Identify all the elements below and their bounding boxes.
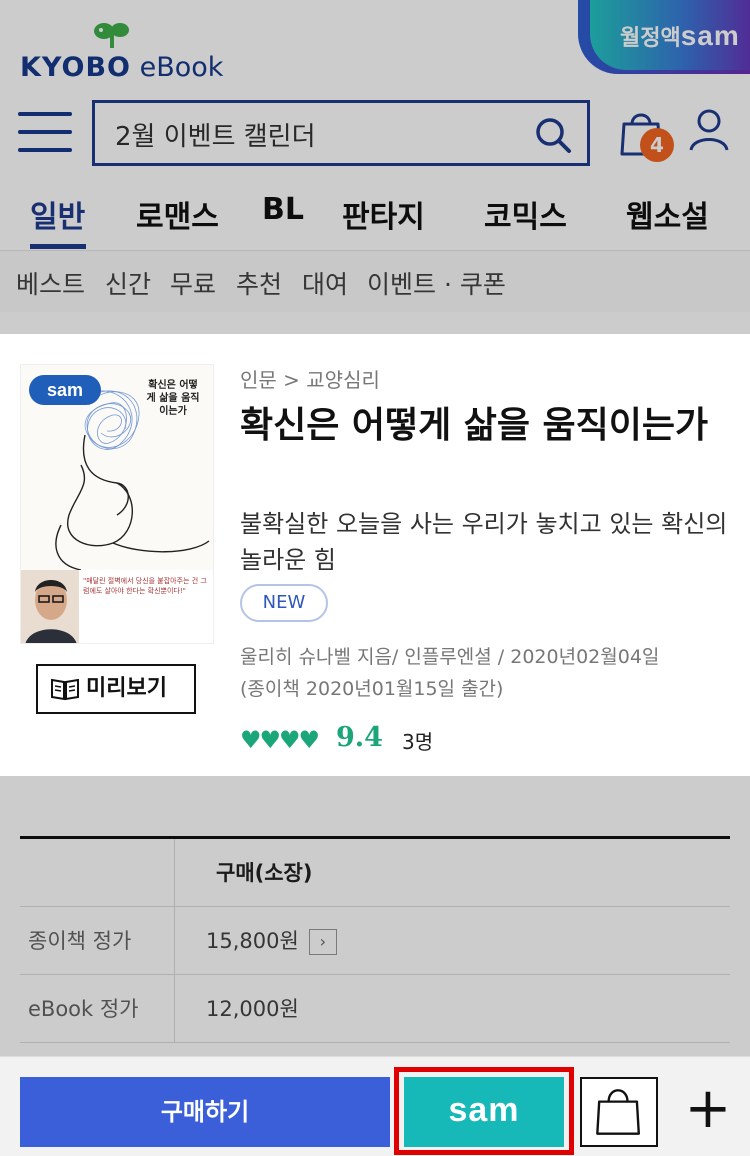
sam-subscription-banner[interactable]: 월정액sam [578,0,750,74]
paper-price-label: 종이책 정가 [20,907,175,975]
rating-count: 3명 [402,730,434,754]
tab-bl[interactable]: BL [262,192,304,227]
paper-price-cell: 15,800원 › [206,907,337,975]
tab-romance[interactable]: 로맨스 [136,192,219,236]
new-badge: NEW [240,584,328,622]
price-table: 구매(소장) 종이책 정가 15,800원 › eBook 정가 12,000원 [20,836,730,1043]
table-header-purchase: 구매(소장) [216,861,313,885]
cover-tagline: "매달린 절벽에서 당신을 붙잡아주는 건 그럼에도 살아야 한다는 확신뿐이다… [83,577,207,595]
rating-score: 9.4 [336,722,383,753]
book-cover[interactable]: sam 확신은 어떻게 삶을 움직이는가 "매달린 절벽에서 당신을 붙잡아주는… [20,364,214,644]
table-header-empty [20,839,175,907]
sam-banner-brand: sam [680,20,740,51]
spacer [0,312,750,334]
sprout-icon [94,23,129,48]
cover-title: 확신은 어떻게 삶을 움직이는가 [146,380,200,417]
sam-banner-prefix: 월정액 [620,26,681,51]
sub-nav-recommend[interactable]: 추천 [236,265,282,301]
sub-nav-event-coupon[interactable]: 이벤트 · 쿠폰 [367,265,506,301]
kyobo-ebook-logo[interactable]: KYOBO eBook [20,22,224,83]
active-tab-indicator [30,244,86,249]
book-title: 확신은 어떻게 삶을 움직이는가 [240,405,709,446]
sam-button[interactable]: sam [404,1077,564,1147]
sub-nav-free[interactable]: 무료 [170,265,216,301]
preview-button[interactable]: 미리보기 [36,664,196,714]
tab-web-novel[interactable]: 웹소설 [626,192,709,236]
paper-price-value: 15,800원 [206,929,299,953]
shopping-bag-icon [596,1089,640,1135]
hamburger-menu-icon[interactable] [18,110,74,154]
tab-comics[interactable]: 코믹스 [484,192,567,236]
search-input[interactable] [115,115,515,153]
cart-count-badge: 4 [640,128,674,162]
cover-sam-tag: sam [29,375,101,405]
add-to-cart-button[interactable] [580,1077,658,1147]
search-box [92,100,590,166]
user-icon[interactable] [688,108,730,152]
ebook-price-label: eBook 정가 [20,975,175,1043]
sub-navigation: 베스트 신간 무료 추천 대여 이벤트 · 쿠폰 [0,250,750,312]
book-subtitle: 불확실한 오늘을 사는 우리가 놓치고 있는 확신의 놀라운 힘 [240,510,728,574]
book-detail-card: sam 확신은 어떻게 삶을 움직이는가 "매달린 절벽에서 당신을 붙잡아주는… [0,334,750,776]
buy-button[interactable]: 구매하기 [20,1077,390,1147]
logo-text: KYOBO eBook [20,52,224,83]
rating-hearts-icon: ♥♥♥♥ [240,726,320,754]
author-publisher-date: 울리히 슈나벨 지음/ 인플루엔셜 / 2020년02월04일 [240,646,660,668]
sub-nav-rental[interactable]: 대여 [302,265,348,301]
sub-nav-best[interactable]: 베스트 [16,265,85,301]
bottom-action-bar: 구매하기 sam + [0,1056,750,1156]
price-section: 구매(소장) 종이책 정가 15,800원 › eBook 정가 12,000원 [0,776,750,1056]
ebook-price-value: 12,000원 [206,997,299,1021]
open-book-icon [51,678,79,701]
plus-icon[interactable]: + [678,1079,738,1143]
tab-general[interactable]: 일반 [30,192,85,236]
preview-label: 미리보기 [86,676,167,701]
category-breadcrumb[interactable]: 인문 > 교양심리 [240,364,380,393]
table-header-row: 구매(소장) [20,839,730,907]
cover-bottom-band: "매달린 절벽에서 당신을 붙잡아주는 건 그럼에도 살아야 한다는 확신뿐이다… [21,570,213,643]
app-header: KYOBO eBook 월정액sam 4 일반 로맨스 BL 판타지 코믹스 웹… [0,0,750,250]
chevron-right-icon[interactable]: › [308,929,337,955]
sub-nav-new[interactable]: 신간 [105,265,151,301]
table-row: 종이책 정가 15,800원 › [20,907,730,975]
print-release-date: (종이책 2020년01월15일 출간) [240,678,504,700]
tab-fantasy[interactable]: 판타지 [342,192,425,236]
category-tabs: 일반 로맨스 BL 판타지 코믹스 웹소설 [0,182,750,250]
search-icon[interactable] [533,115,573,155]
table-row: eBook 정가 12,000원 [20,975,730,1043]
author-photo [21,570,79,643]
